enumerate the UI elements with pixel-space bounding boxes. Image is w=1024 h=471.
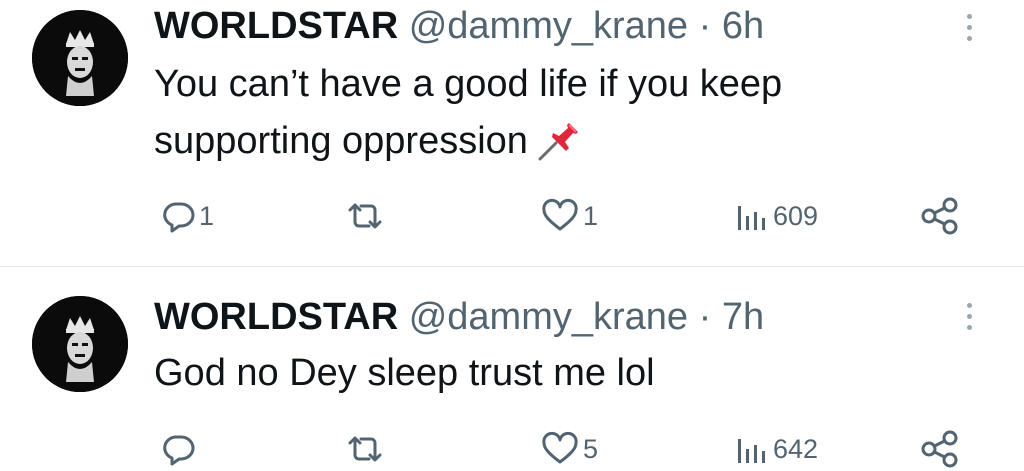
tweet-actions: 1 1 609 xyxy=(0,194,1024,238)
reply-button[interactable] xyxy=(160,427,199,471)
share-icon xyxy=(921,430,958,468)
avatar-image xyxy=(32,10,128,106)
display-name[interactable]: WORLDSTAR xyxy=(154,5,398,47)
avatar-image xyxy=(32,296,128,392)
heart-icon xyxy=(542,198,578,231)
like-count: 5 xyxy=(583,433,599,464)
heart-icon xyxy=(542,431,578,464)
bar-chart-icon xyxy=(738,206,765,230)
tweet[interactable]: WORLDSTAR @dammy_krane · 6h You can’t ha… xyxy=(0,0,1024,266)
retweet-icon xyxy=(348,436,382,462)
retweet-icon xyxy=(348,203,382,229)
view-count: 642 xyxy=(773,433,819,464)
tweet-header: WORLDSTAR @dammy_krane · 7h xyxy=(154,295,764,339)
tweet-header: WORLDSTAR @dammy_krane · 6h xyxy=(154,4,764,48)
reply-button[interactable]: 1 xyxy=(160,194,214,238)
tweet-actions: 5 642 xyxy=(0,427,1024,471)
retweet-button[interactable] xyxy=(345,427,388,471)
username[interactable]: @dammy_krane xyxy=(409,296,688,338)
tweet-text-container: God no Dey sleep trust me lol xyxy=(154,345,934,402)
timestamp[interactable]: 7h xyxy=(722,296,764,338)
share-button[interactable] xyxy=(920,427,962,471)
pushpin-icon xyxy=(538,123,578,161)
like-button[interactable]: 5 xyxy=(540,427,598,471)
separator: · xyxy=(698,296,712,338)
like-count: 1 xyxy=(583,200,599,231)
retweet-button[interactable] xyxy=(345,194,388,238)
more-options-icon[interactable] xyxy=(962,299,976,335)
share-button[interactable] xyxy=(920,194,962,238)
view-count: 609 xyxy=(773,200,819,231)
tweet-text-container: You can’t have a good life if you keep s… xyxy=(154,56,934,170)
more-options-icon[interactable] xyxy=(962,10,976,46)
timestamp[interactable]: 6h xyxy=(722,5,764,47)
bar-chart-icon xyxy=(738,439,765,463)
reply-count: 1 xyxy=(199,200,215,231)
avatar[interactable] xyxy=(32,296,128,392)
like-button[interactable]: 1 xyxy=(540,194,598,238)
display-name[interactable]: WORLDSTAR xyxy=(154,296,398,338)
separator: · xyxy=(698,5,712,47)
tweet-text: You can’t have a good life if you keep s… xyxy=(154,63,783,162)
username[interactable]: @dammy_krane xyxy=(409,5,688,47)
tweet[interactable]: WORLDSTAR @dammy_krane · 7h God no Dey s… xyxy=(0,267,1024,469)
reply-icon xyxy=(163,435,195,466)
avatar[interactable] xyxy=(32,10,128,106)
tweet-text: God no Dey sleep trust me lol xyxy=(154,352,655,394)
views-button[interactable]: 642 xyxy=(734,427,818,471)
views-button[interactable]: 609 xyxy=(734,194,818,238)
reply-icon xyxy=(163,202,195,233)
share-icon xyxy=(921,197,958,235)
